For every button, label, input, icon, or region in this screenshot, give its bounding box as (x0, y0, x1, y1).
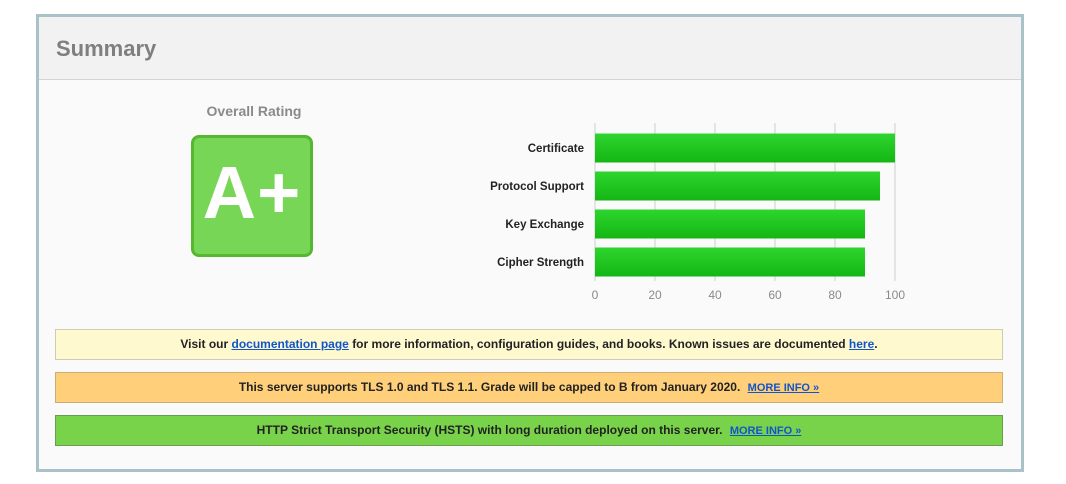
notice-info-prefix: Visit our (180, 337, 229, 351)
summary-panel: Summary Overall Rating A+ 0 20 40 60 80 100 Ce… (36, 14, 1024, 472)
documentation-notice: Visit our documentation page for more in… (55, 329, 1003, 360)
bar-3 (595, 247, 865, 277)
bar-1 (595, 171, 880, 201)
documentation-page-link[interactable]: documentation page (232, 337, 349, 351)
x-tick-label-20: 20 (648, 288, 662, 302)
tls-more-info-link[interactable]: MORE INFO » (748, 382, 820, 394)
bar-0 (595, 133, 895, 163)
x-tick-label-100: 100 (885, 288, 905, 302)
hsts-notice: HTTP Strict Transport Security (HSTS) wi… (55, 415, 1003, 446)
hsts-more-info-link[interactable]: MORE INFO » (730, 425, 802, 437)
page-title: Summary (56, 36, 157, 61)
x-tick-label-80: 80 (828, 288, 842, 302)
grade-text: A+ (202, 151, 302, 234)
summary-header: Summary (39, 17, 1021, 80)
grade-badge: A+ (191, 135, 313, 257)
category-label-3: Cipher Strength (497, 257, 584, 269)
bar-2 (595, 209, 865, 239)
tls-warning-notice: This server supports TLS 1.0 and TLS 1.1… (55, 372, 1003, 403)
x-tick-label-40: 40 (708, 288, 722, 302)
hsts-text: HTTP Strict Transport Security (HSTS) wi… (256, 423, 723, 437)
notice-info-middle: for more information, configuration guid… (352, 337, 846, 351)
category-label-2: Key Exchange (505, 219, 584, 231)
category-label-0: Certificate (528, 143, 584, 155)
x-tick-label-60: 60 (768, 288, 782, 302)
tls-warning-text: This server supports TLS 1.0 and TLS 1.1… (238, 380, 741, 394)
x-tick-label-0: 0 (592, 288, 599, 302)
notice-info-suffix: . (874, 337, 878, 351)
rating-bar-chart: 0 20 40 60 80 100 Certificate Protocol Support K… (490, 123, 905, 302)
category-label-1: Protocol Support (490, 181, 584, 193)
known-issues-link[interactable]: here (849, 337, 874, 351)
overall-rating-label: Overall Rating (206, 103, 302, 119)
